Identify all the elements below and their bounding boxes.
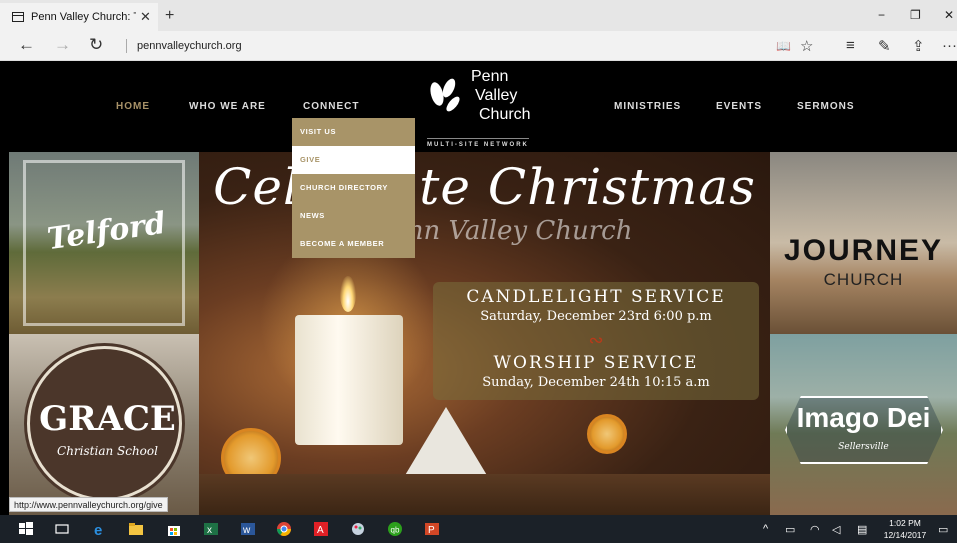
- wifi-icon[interactable]: ◠: [810, 523, 820, 536]
- volume-icon[interactable]: ◁: [832, 523, 840, 536]
- menu-item-become-a-member[interactable]: BECOME A MEMBER: [292, 230, 415, 258]
- keyboard-icon[interactable]: ▤: [857, 523, 867, 536]
- service1-time: Saturday, December 23rd 6:00 p.m: [480, 309, 712, 324]
- flame-image: [340, 276, 356, 312]
- nav-ministries[interactable]: MINISTRIES: [614, 101, 681, 112]
- nav-home[interactable]: HOME: [116, 101, 150, 112]
- refresh-button[interactable]: ↻: [89, 35, 103, 55]
- logo-line-1: Penn: [471, 68, 509, 85]
- address-bar: ← → ↻ pennvalleychurch.org 📖 ☆ ≡ ✎ ⇪ ···: [0, 31, 957, 61]
- svg-text:qb: qb: [391, 526, 400, 535]
- ornament-swirl-icon: ∾: [588, 330, 604, 350]
- menu-item-visit-us[interactable]: VISIT US: [292, 118, 415, 146]
- favorite-star-icon[interactable]: ☆: [800, 37, 813, 55]
- site-logo[interactable]: Penn Valley Church MULTI-SITE NETWORK: [427, 68, 545, 148]
- action-center-icon[interactable]: ▭: [938, 523, 948, 536]
- logo-line-2: Valley: [475, 87, 518, 104]
- logo-mark-icon: [430, 78, 460, 112]
- telford-tile[interactable]: Telford: [9, 152, 199, 334]
- browser-tab-bar: Penn Valley Church: Telf ✕ + − ❐ ✕: [0, 0, 957, 31]
- imago-title: Imago Dei: [796, 402, 931, 433]
- clock-date[interactable]: 12/14/2017: [878, 530, 932, 540]
- service2-title: WORSHIP SERVICE: [493, 353, 699, 373]
- task-view-icon[interactable]: [54, 521, 70, 537]
- nav-connect[interactable]: CONNECT: [303, 101, 359, 112]
- new-tab-button[interactable]: +: [165, 7, 174, 25]
- journey-tile[interactable]: JOURNEY CHURCH: [770, 152, 957, 334]
- christmas-banner[interactable]: Celebrate Christmas Penn Valley Church C…: [199, 152, 770, 515]
- paint-icon[interactable]: [350, 521, 366, 537]
- tab-title: Penn Valley Church: Telf: [31, 11, 136, 23]
- svg-text:x: x: [207, 525, 212, 536]
- website-viewport: HOME WHO WE ARE CONNECT MINISTRIES EVENT…: [9, 62, 957, 515]
- grace-badge: GRACE Christian School: [27, 346, 182, 501]
- imago-dei-tile[interactable]: Imago Dei Sellersville: [770, 334, 957, 515]
- word-icon[interactable]: w: [240, 521, 256, 537]
- clock-time[interactable]: 1:02 PM: [878, 518, 932, 528]
- service2-time: Sunday, December 24th 10:15 a.m: [482, 375, 710, 390]
- nav-events[interactable]: EVENTS: [716, 101, 762, 112]
- tab-close-icon[interactable]: ✕: [140, 9, 151, 25]
- powerpoint-icon[interactable]: P: [424, 521, 440, 537]
- imago-subtitle: Sellersville: [838, 442, 889, 452]
- acrobat-icon[interactable]: A: [313, 521, 329, 537]
- quickbooks-icon[interactable]: qb: [387, 521, 403, 537]
- grace-tile[interactable]: GRACE Christian School: [9, 334, 199, 515]
- svg-text:w: w: [242, 525, 251, 536]
- journey-title: JOURNEY: [783, 234, 944, 267]
- file-explorer-icon[interactable]: [128, 521, 144, 537]
- svg-text:A: A: [317, 525, 324, 536]
- hub-icon[interactable]: ≡: [846, 37, 855, 54]
- windows-taskbar: e x w A qb P ^ ▭ ◠ ◁ ▤ 1:02 PM 12/14/201…: [0, 515, 957, 543]
- logo-subtitle: MULTI-SITE NETWORK: [427, 138, 529, 148]
- service1-title: CANDLELIGHT SERVICE: [466, 287, 726, 307]
- candle-image: [295, 315, 403, 445]
- store-icon[interactable]: [166, 521, 182, 537]
- edge-browser-icon[interactable]: e: [92, 521, 108, 537]
- share-icon[interactable]: ⇪: [912, 37, 925, 55]
- wooden-tray-image: [199, 474, 770, 515]
- restore-button[interactable]: ❐: [910, 8, 921, 22]
- browser-tab[interactable]: Penn Valley Church: Telf ✕: [0, 3, 158, 31]
- connect-dropdown-menu: VISIT US GIVE CHURCH DIRECTORY NEWS BECO…: [292, 118, 415, 258]
- grace-title: GRACE: [39, 399, 176, 439]
- banner-heading: Celebrate Christmas: [213, 158, 756, 216]
- close-window-button[interactable]: ✕: [944, 8, 954, 22]
- wooden-tree-image: [404, 407, 488, 477]
- forward-button[interactable]: →: [54, 35, 71, 55]
- nav-who-we-are[interactable]: WHO WE ARE: [189, 101, 266, 112]
- nav-sermons[interactable]: SERMONS: [797, 101, 855, 112]
- svg-text:e: e: [94, 522, 102, 537]
- excel-icon[interactable]: x: [203, 521, 219, 537]
- web-notes-icon[interactable]: ✎: [878, 37, 891, 55]
- reading-view-icon[interactable]: 📖: [776, 39, 791, 53]
- menu-item-news[interactable]: NEWS: [292, 202, 415, 230]
- minimize-button[interactable]: −: [878, 8, 885, 22]
- chrome-icon[interactable]: [276, 521, 292, 537]
- grace-subtitle: Christian School: [57, 444, 158, 458]
- page-icon: [12, 12, 24, 22]
- logo-line-3: Church: [479, 106, 531, 123]
- service-info-box: CANDLELIGHT SERVICE Saturday, December 2…: [433, 282, 759, 400]
- orange-slice-image: [587, 414, 627, 454]
- journey-subtitle: CHURCH: [823, 270, 904, 289]
- url-field[interactable]: pennvalleychurch.org: [126, 39, 242, 53]
- show-hidden-icons-icon[interactable]: ^: [763, 523, 768, 535]
- back-button[interactable]: ←: [18, 35, 35, 55]
- svg-text:P: P: [428, 525, 435, 536]
- menu-item-church-directory[interactable]: CHURCH DIRECTORY: [292, 174, 415, 202]
- menu-item-give[interactable]: GIVE: [292, 146, 415, 174]
- battery-icon[interactable]: ▭: [785, 523, 795, 536]
- start-windows-icon[interactable]: [18, 521, 34, 537]
- status-link-preview: http://www.pennvalleychurch.org/give: [9, 497, 168, 512]
- more-icon[interactable]: ···: [942, 37, 957, 54]
